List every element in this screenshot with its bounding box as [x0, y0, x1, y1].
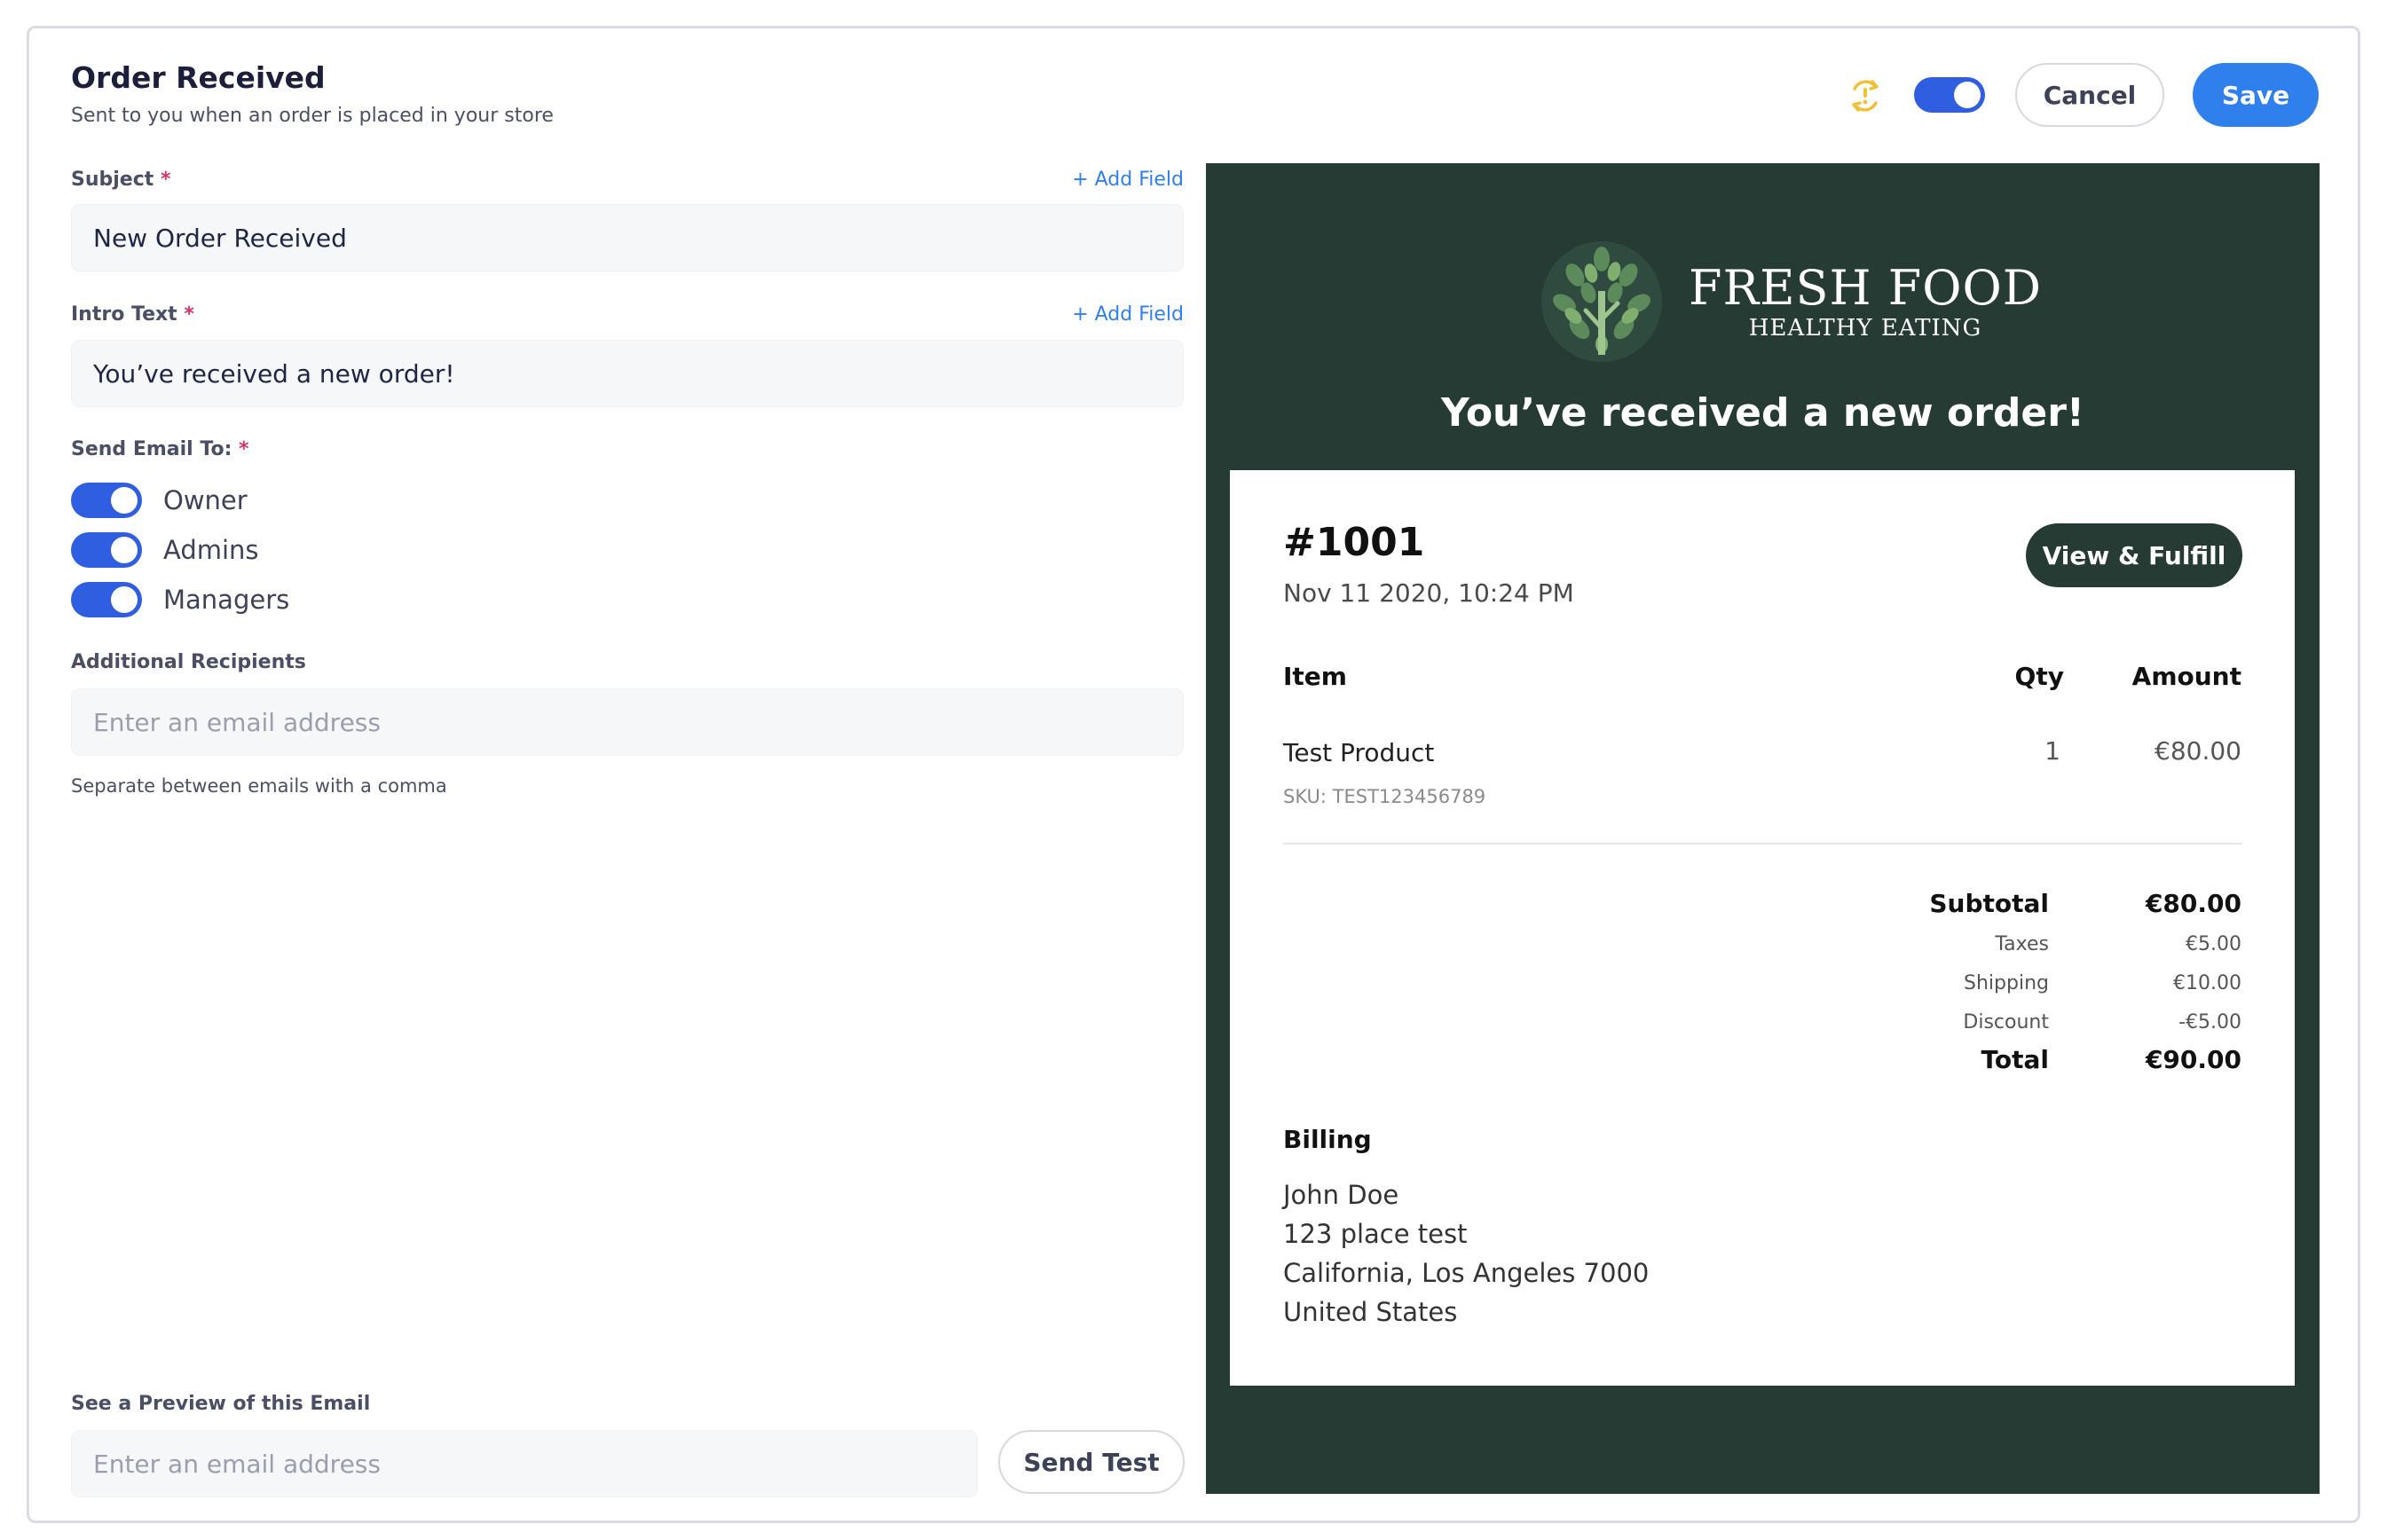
email-enabled-toggle[interactable]	[1914, 77, 1985, 113]
item-sku: SKU: TEST123456789	[1283, 786, 1486, 807]
subject-add-field-link[interactable]: + Add Field	[1072, 169, 1184, 191]
preview-email-input[interactable]: Enter an email address	[71, 1430, 978, 1497]
cancel-button[interactable]: Cancel	[2015, 63, 2164, 127]
subtotal-value: €80.00	[2145, 889, 2241, 918]
subject-label: Subject *	[71, 169, 170, 191]
toggle-knob	[1954, 82, 1981, 108]
taxes-value: €5.00	[2186, 933, 2241, 955]
divider	[1283, 843, 2242, 845]
subject-input[interactable]: New Order Received	[71, 204, 1184, 271]
subtotal-label: Subtotal	[1929, 889, 2049, 918]
discount-label: Discount	[1963, 1011, 2049, 1033]
required-mark: *	[160, 169, 171, 191]
page-title: Order Received	[71, 60, 326, 95]
send-test-button[interactable]: Send Test	[998, 1430, 1185, 1494]
discount-value: -€5.00	[2178, 1011, 2241, 1033]
billing-country: United States	[1283, 1297, 1458, 1327]
total-label: Total	[1981, 1045, 2050, 1074]
admins-toggle[interactable]	[71, 532, 142, 568]
shipping-value: €10.00	[2173, 972, 2241, 994]
page-subtitle: Sent to you when an order is placed in y…	[71, 105, 554, 127]
recipient-admins-row: Admins	[71, 532, 259, 568]
shipping-label: Shipping	[1964, 972, 2049, 994]
email-headline: You’ve received a new order!	[1441, 390, 2084, 436]
toggle-knob	[111, 586, 138, 613]
billing-address: 123 place test	[1283, 1219, 1468, 1249]
order-card: #1001 Nov 11 2020, 10:24 PM View & Fulfi…	[1230, 470, 2295, 1386]
billing-city: California, Los Angeles 7000	[1283, 1258, 1650, 1288]
additional-recipients-input[interactable]: Enter an email address	[71, 688, 1184, 756]
additional-recipients-label: Additional Recipients	[71, 651, 306, 673]
column-qty: Qty	[2014, 662, 2064, 691]
brand-name: FRESH FOOD	[1689, 260, 2043, 316]
column-amount: Amount	[2131, 662, 2241, 691]
owner-label: Owner	[163, 485, 248, 515]
toggle-knob	[111, 537, 138, 563]
required-mark: *	[239, 438, 249, 460]
leaf-tree-logo-icon	[1541, 241, 1662, 362]
view-fulfill-button[interactable]: View & Fulfill	[2026, 523, 2242, 587]
save-button[interactable]: Save	[2193, 63, 2319, 127]
managers-label: Managers	[163, 585, 290, 615]
order-date: Nov 11 2020, 10:24 PM	[1283, 578, 1574, 608]
intro-text-label-text: Intro Text	[71, 303, 177, 326]
order-number: #1001	[1283, 520, 1425, 565]
owner-toggle[interactable]	[71, 483, 142, 518]
intro-add-field-link[interactable]: + Add Field	[1072, 303, 1184, 326]
billing-name: John Doe	[1283, 1180, 1399, 1210]
total-value: €90.00	[2145, 1045, 2241, 1074]
managers-toggle[interactable]	[71, 582, 142, 617]
brand-tagline: HEALTHY EATING	[1748, 315, 1982, 342]
sync-alert-icon[interactable]	[1846, 76, 1885, 115]
column-item: Item	[1283, 662, 1347, 691]
send-email-to-label: Send Email To: *	[71, 438, 249, 460]
brand-text: FRESH FOOD HEALTHY EATING	[1689, 262, 2042, 342]
subject-label-text: Subject	[71, 169, 154, 191]
taxes-label: Taxes	[1995, 933, 2049, 955]
brand-logo: FRESH FOOD HEALTHY EATING	[1540, 240, 2042, 364]
intro-text-label: Intro Text *	[71, 303, 194, 326]
email-preview: FRESH FOOD HEALTHY EATING You’ve receive…	[1206, 163, 2320, 1494]
item-amount: €80.00	[2155, 736, 2241, 766]
toggle-knob	[111, 487, 138, 514]
recipients-help-text: Separate between emails with a comma	[71, 775, 447, 797]
billing-title: Billing	[1283, 1125, 1372, 1154]
required-mark: *	[184, 303, 194, 326]
send-email-to-label-text: Send Email To:	[71, 438, 232, 460]
item-qty: 1	[2044, 736, 2060, 766]
intro-text-input[interactable]: You’ve received a new order!	[71, 340, 1184, 407]
item-name: Test Product	[1283, 738, 1435, 767]
recipient-managers-row: Managers	[71, 582, 289, 617]
admins-label: Admins	[163, 535, 259, 565]
preview-email-label: See a Preview of this Email	[71, 1393, 371, 1415]
recipient-owner-row: Owner	[71, 483, 248, 518]
